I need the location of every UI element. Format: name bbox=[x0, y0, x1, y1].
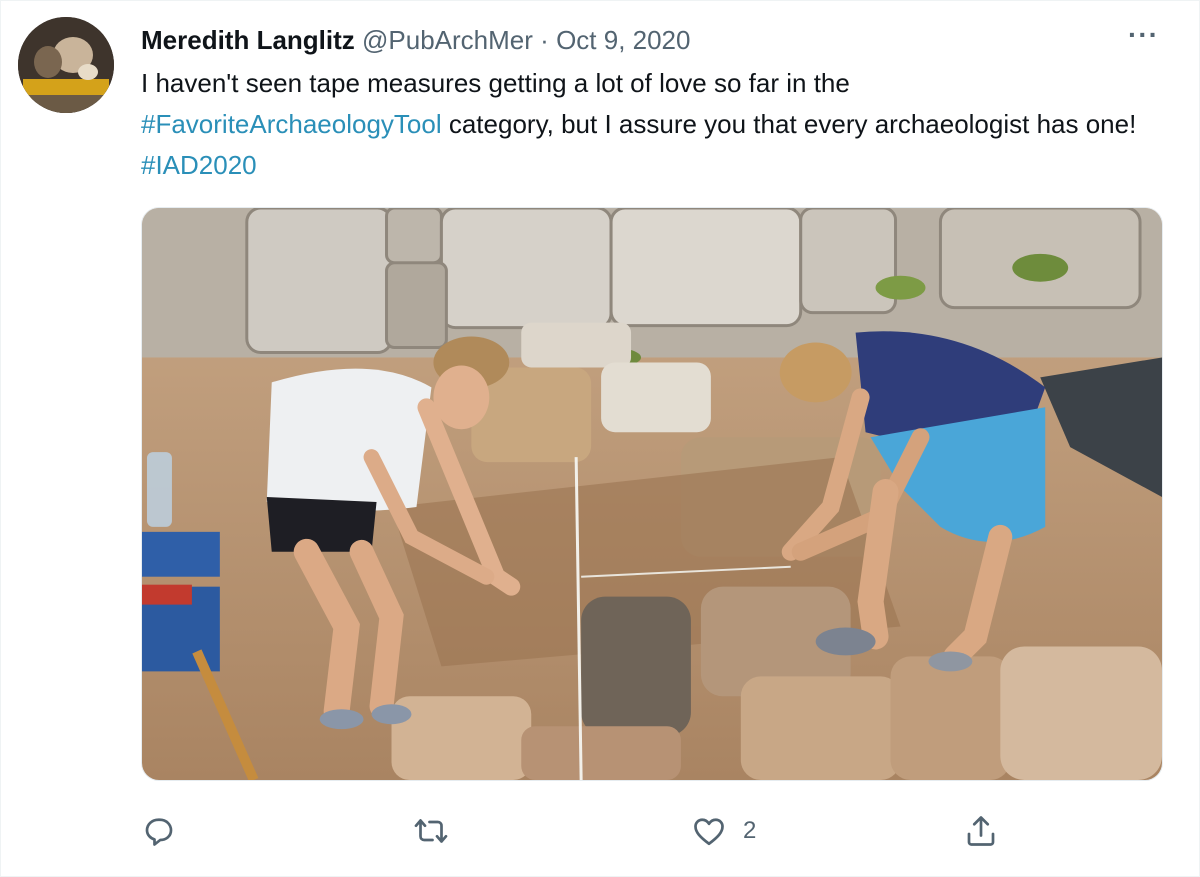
retweet-icon bbox=[414, 819, 448, 843]
heart-icon bbox=[694, 818, 724, 846]
separator: · bbox=[540, 25, 549, 55]
more-options-button[interactable]: ··· bbox=[1128, 19, 1159, 51]
avatar-image bbox=[18, 17, 114, 113]
author-name[interactable]: Meredith Langlitz bbox=[141, 25, 355, 55]
author-handle[interactable]: @PubArchMer bbox=[362, 25, 533, 55]
like-button[interactable]: 2 bbox=[691, 807, 756, 855]
excavation-photo bbox=[142, 208, 1162, 780]
tweet-date[interactable]: Oct 9, 2020 bbox=[556, 25, 690, 55]
tweet-card[interactable]: Meredith Langlitz @PubArchMer · Oct 9, 2… bbox=[0, 0, 1200, 877]
tweet-actions: 2 bbox=[1, 807, 1200, 857]
hashtag-favorite-archaeology-tool[interactable]: #FavoriteArchaeologyTool bbox=[141, 109, 442, 139]
tweet-text-part1: I haven't seen tape measures getting a l… bbox=[141, 68, 850, 98]
share-button[interactable] bbox=[963, 807, 999, 855]
reply-icon bbox=[145, 818, 173, 846]
like-count: 2 bbox=[743, 817, 757, 844]
avatar[interactable] bbox=[18, 17, 114, 113]
tweet-text: I haven't seen tape measures getting a l… bbox=[141, 63, 1151, 186]
reply-button[interactable] bbox=[141, 807, 177, 855]
tweet-text-part2: category, but I assure you that every ar… bbox=[441, 109, 1137, 139]
hashtag-iad2020[interactable]: #IAD2020 bbox=[141, 150, 257, 180]
tweet-photo[interactable] bbox=[141, 207, 1163, 781]
share-icon bbox=[967, 816, 995, 846]
tweet-header: Meredith Langlitz @PubArchMer · Oct 9, 2… bbox=[141, 23, 690, 57]
retweet-button[interactable] bbox=[413, 807, 449, 855]
